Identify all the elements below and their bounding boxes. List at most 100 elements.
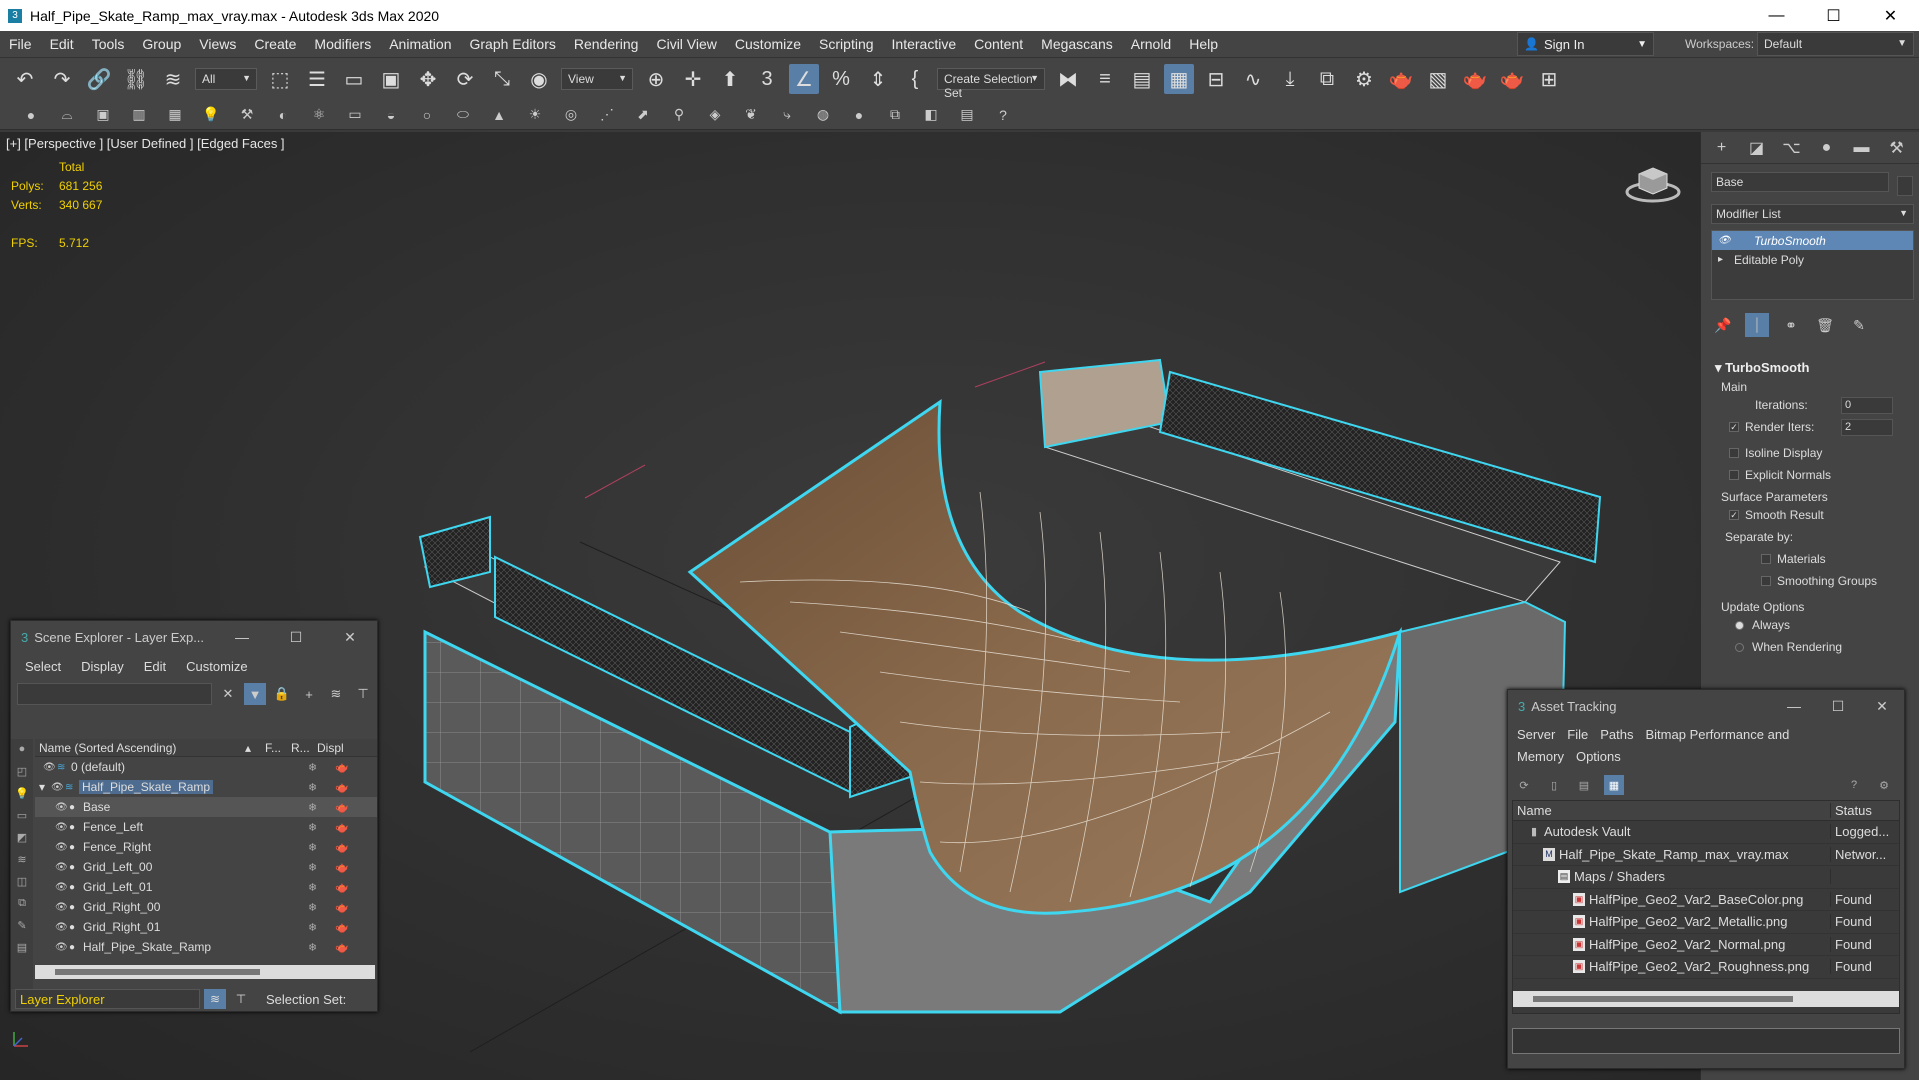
- menu-interactive[interactable]: Interactive: [883, 36, 966, 52]
- align-icon[interactable]: ≡: [1090, 64, 1120, 94]
- edit-named-selection-icon[interactable]: {: [900, 64, 930, 94]
- display-tab-icon[interactable]: ▬: [1849, 135, 1874, 161]
- dope-sheet-icon[interactable]: ⤓: [1275, 64, 1305, 94]
- layer-manager-icon[interactable]: ▤: [1127, 64, 1157, 94]
- eye-icon[interactable]: 👁: [1718, 235, 1734, 246]
- tree-row[interactable]: ▾ 👁 ≋ Half_Pipe_Skate_Ramp ❄ 🫖: [35, 777, 377, 797]
- col-render-header[interactable]: R...: [291, 741, 317, 755]
- tree-row[interactable]: 👁 ● Grid_Left_00 ❄ 🫖: [35, 857, 377, 877]
- proxy-icon[interactable]: ⬈: [632, 104, 654, 126]
- visibility-eye-icon[interactable]: 👁: [55, 882, 69, 893]
- object-name-field[interactable]: Base: [1711, 172, 1889, 192]
- material-editor-icon[interactable]: ⚙: [1349, 64, 1379, 94]
- smoothing-groups-checkbox[interactable]: [1761, 576, 1771, 586]
- asset-row[interactable]: ▣ HalfPipe_Geo2_Var2_BaseColor.png Found: [1513, 889, 1899, 911]
- at-menu-options[interactable]: Options: [1576, 749, 1621, 764]
- xrefs-filter-icon[interactable]: ⧉: [13, 897, 31, 915]
- menu-file[interactable]: File: [0, 36, 41, 52]
- menu-animation[interactable]: Animation: [380, 36, 460, 52]
- bind-space-warp-icon[interactable]: ≋: [158, 64, 188, 94]
- configure-modifier-sets-icon[interactable]: ✎: [1847, 313, 1871, 337]
- renderable-icon[interactable]: 🫖: [335, 861, 349, 874]
- cone-light-icon[interactable]: ▲: [488, 104, 510, 126]
- fur-icon[interactable]: ⋰: [596, 104, 618, 126]
- close-button[interactable]: ✕: [323, 621, 377, 653]
- asset-row[interactable]: M Half_Pipe_Skate_Ramp_max_vray.max Networ…: [1513, 844, 1899, 866]
- filter-icon[interactable]: ▼: [244, 683, 266, 705]
- viewcube-icon[interactable]: [1625, 160, 1681, 204]
- spacewarps-filter-icon[interactable]: ≋: [13, 853, 31, 871]
- cameras-filter-icon[interactable]: ▭: [13, 809, 31, 827]
- menu-content[interactable]: Content: [965, 36, 1032, 52]
- plant-icon[interactable]: ❦: [740, 104, 762, 126]
- menu-edit[interactable]: Edit: [41, 36, 83, 52]
- stack-item-editable-poly[interactable]: ▸ Editable Poly: [1712, 250, 1913, 269]
- visibility-eye-icon[interactable]: 👁: [51, 782, 65, 793]
- asset-row[interactable]: ▮ Autodesk Vault Logged...: [1513, 821, 1899, 844]
- layer-explorer-icon[interactable]: ≋: [204, 989, 226, 1009]
- freeze-icon[interactable]: ❄: [308, 861, 317, 874]
- col-status-header[interactable]: Status: [1831, 803, 1872, 818]
- maximize-button[interactable]: ☐: [269, 621, 323, 653]
- menu-rendering[interactable]: Rendering: [565, 36, 648, 52]
- panel-icon[interactable]: ▥: [128, 104, 150, 126]
- menu-modifiers[interactable]: Modifiers: [305, 36, 380, 52]
- bones-filter-icon[interactable]: ✎: [13, 919, 31, 937]
- col-frozen-header[interactable]: F...: [265, 741, 291, 755]
- sun-icon[interactable]: ☀: [524, 104, 546, 126]
- freeze-icon[interactable]: ❄: [308, 841, 317, 854]
- help-icon[interactable]: ?: [992, 104, 1014, 126]
- se-menu-edit[interactable]: Edit: [144, 659, 166, 674]
- helpers-filter-icon[interactable]: ◩: [13, 831, 31, 849]
- iterations-spinner[interactable]: 0: [1841, 396, 1893, 414]
- minimize-button[interactable]: —: [1748, 0, 1805, 31]
- asset-row[interactable]: ▤ Maps / Shaders: [1513, 866, 1899, 889]
- freeze-icon[interactable]: ❄: [308, 801, 317, 814]
- col-name-header[interactable]: Name (Sorted Ascending): [35, 741, 245, 755]
- close-button[interactable]: ✕: [1862, 0, 1919, 31]
- render-in-cloud-icon[interactable]: ⊞: [1534, 64, 1564, 94]
- add-layer-icon[interactable]: +: [298, 683, 320, 705]
- select-manipulate-icon[interactable]: ✛: [678, 64, 708, 94]
- keyboard-shortcut-override-icon[interactable]: ⬆: [715, 64, 745, 94]
- tree-row[interactable]: 👁 ≋ 0 (default) ❄ 🫖: [35, 757, 377, 777]
- render-setup-icon[interactable]: 🫖: [1386, 64, 1416, 94]
- menu-civil-view[interactable]: Civil View: [647, 36, 725, 52]
- render-iterative-icon[interactable]: 🫖: [1497, 64, 1527, 94]
- cloth-icon[interactable]: ⌓: [56, 104, 78, 126]
- render-iters-spinner[interactable]: 2: [1841, 418, 1893, 436]
- render-sphere-icon[interactable]: ●: [848, 104, 870, 126]
- stack-item-turbosmooth[interactable]: 👁 TurboSmooth: [1712, 231, 1913, 250]
- pin-stack-icon[interactable]: 📌: [1711, 313, 1735, 337]
- visibility-eye-icon[interactable]: 👁: [55, 802, 69, 813]
- render-iters-checkbox[interactable]: ✓: [1729, 422, 1739, 432]
- denoise-icon[interactable]: ◧: [920, 104, 942, 126]
- light-icon[interactable]: 💡: [200, 104, 222, 126]
- minimize-button[interactable]: —: [215, 621, 269, 653]
- renderable-icon[interactable]: 🫖: [335, 761, 349, 774]
- close-button[interactable]: ✕: [1860, 690, 1904, 722]
- tree-row[interactable]: 👁 ● Grid_Right_01 ❄ 🫖: [35, 917, 377, 937]
- visibility-eye-icon[interactable]: 👁: [55, 902, 69, 913]
- menu-tools[interactable]: Tools: [83, 36, 134, 52]
- settings-icon[interactable]: ⚙: [1874, 775, 1894, 795]
- select-object-icon[interactable]: ⬚: [265, 64, 295, 94]
- menu-megascans[interactable]: Megascans: [1032, 36, 1122, 52]
- render-production-icon[interactable]: 🫖: [1460, 64, 1490, 94]
- menu-group[interactable]: Group: [133, 36, 190, 52]
- make-unique-icon[interactable]: ⚭: [1779, 313, 1803, 337]
- at-menu-bitmap-performance-and-memory[interactable]: Bitmap Performance and Memory: [1517, 727, 1789, 764]
- remove-modifier-icon[interactable]: 🗑: [1813, 313, 1837, 337]
- explicit-normals-checkbox[interactable]: [1729, 470, 1739, 480]
- scale-icon[interactable]: ⤡: [487, 64, 517, 94]
- renderable-icon[interactable]: 🫖: [335, 881, 349, 894]
- col-name-header[interactable]: Name: [1513, 803, 1831, 818]
- selection-filter-dropdown[interactable]: All ▼: [195, 68, 257, 90]
- visibility-eye-icon[interactable]: 👁: [55, 942, 69, 953]
- visibility-eye-icon[interactable]: 👁: [55, 862, 69, 873]
- scene-explorer-toggle-icon[interactable]: ▦: [1164, 64, 1194, 94]
- sort-icon[interactable]: ⊤: [230, 989, 252, 1009]
- expand-arrow-icon[interactable]: ▸: [1718, 254, 1734, 265]
- scrollbar-thumb[interactable]: [55, 969, 260, 975]
- materials-checkbox[interactable]: [1761, 554, 1771, 564]
